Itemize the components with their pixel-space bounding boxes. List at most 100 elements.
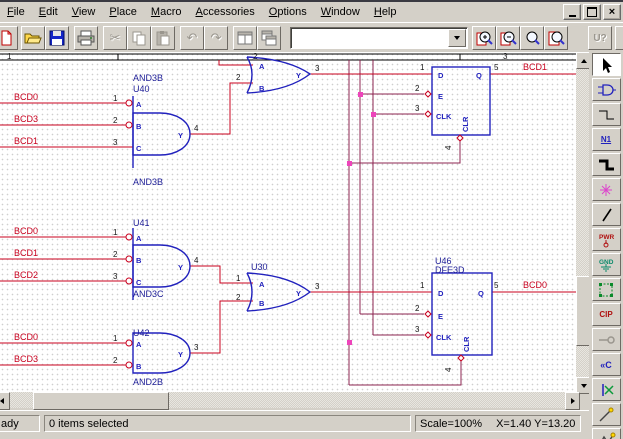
menu-window[interactable]: Window [314, 4, 367, 20]
menu-place[interactable]: Place [102, 4, 144, 20]
part-combobox[interactable] [290, 27, 468, 49]
pin-number[interactable]: 1 [113, 94, 118, 103]
place-polyline-tool[interactable] [591, 428, 621, 439]
pin-name[interactable]: A [259, 280, 265, 289]
pin-number[interactable]: 4 [444, 367, 453, 372]
net-label[interactable]: BCD0 [14, 226, 38, 236]
pin-number[interactable]: 2 [113, 116, 118, 125]
pin-name[interactable]: CLK [436, 333, 452, 342]
pin-number[interactable]: 3 [113, 138, 118, 147]
pin-name[interactable]: A [136, 340, 142, 349]
pin-name[interactable]: Q [478, 289, 484, 298]
pin-name[interactable]: CLR [462, 336, 471, 352]
pin-name[interactable]: E [438, 92, 443, 101]
open-button[interactable] [21, 26, 45, 50]
menu-file[interactable]: File [0, 4, 32, 20]
combobox-dropdown-button[interactable] [448, 29, 466, 47]
redo-button[interactable]: ↷ [204, 26, 228, 50]
place-part-tool[interactable] [591, 78, 621, 101]
pin-name[interactable]: A [259, 62, 265, 71]
pin-name[interactable]: C [136, 144, 142, 153]
pin-number[interactable]: 2 [415, 304, 420, 313]
place-junction-tool[interactable] [591, 178, 621, 201]
pin-name[interactable]: D [438, 71, 444, 80]
pin-number[interactable]: 1 [420, 281, 425, 290]
restore-button[interactable] [583, 4, 601, 20]
pin-number[interactable]: 2 [113, 356, 118, 365]
pin-name[interactable]: B [259, 84, 265, 93]
pin-name[interactable]: E [438, 312, 443, 321]
pin-number[interactable]: 5 [494, 281, 499, 290]
pin-name[interactable]: A [136, 234, 142, 243]
horizontal-scroll-thumb[interactable] [33, 392, 169, 410]
place-bus-tool[interactable] [591, 153, 621, 176]
page-section-1[interactable]: 1 [7, 52, 12, 61]
pin-name[interactable]: B [136, 256, 142, 265]
place-off-page-connector-tool[interactable]: «C [591, 353, 621, 376]
menu-help[interactable]: Help [367, 4, 404, 20]
pin-name[interactable]: B [259, 299, 265, 308]
place-power-tool[interactable]: PWR [591, 228, 621, 251]
net-label[interactable]: BCD2 [14, 270, 38, 280]
u42-ref[interactable]: U42 [133, 328, 150, 338]
tile-window-button[interactable] [233, 26, 257, 50]
pin-number[interactable]: 3 [113, 272, 118, 281]
pin-name[interactable]: Q [476, 71, 482, 80]
cascade-window-button[interactable] [257, 26, 281, 50]
clipped-tool-button[interactable]: ↕ [615, 26, 623, 50]
menu-view[interactable]: View [65, 4, 103, 20]
pin-number[interactable]: 4 [194, 256, 199, 265]
pin-number[interactable]: 4 [194, 124, 199, 133]
pin-number[interactable]: 2 [236, 293, 241, 302]
u40-value[interactable]: AND3B [133, 177, 163, 187]
pin-number[interactable]: 1 [113, 228, 118, 237]
net-label[interactable]: BCD1 [14, 136, 38, 146]
pin-number[interactable]: 1 [420, 63, 425, 72]
net-label[interactable]: BCD0 [523, 280, 547, 290]
place-no-connect-tool[interactable] [591, 378, 621, 401]
paste-button[interactable] [151, 26, 175, 50]
scroll-left-button[interactable] [0, 392, 10, 410]
annotate-button[interactable]: U? [588, 26, 612, 50]
scroll-right-button[interactable] [565, 392, 580, 410]
u41-ref[interactable]: U41 [133, 218, 150, 228]
pin-name[interactable]: CLK [436, 112, 452, 121]
minimize-button[interactable] [563, 4, 581, 20]
place-port-tool[interactable]: CIP [591, 303, 621, 326]
pin-number[interactable]: 2 [113, 250, 118, 259]
zoom-out-button[interactable] [496, 26, 520, 50]
cut-button[interactable]: ✂ [103, 26, 127, 50]
place-bus-entry-tool[interactable] [591, 203, 621, 226]
place-hierarchical-block-tool[interactable] [591, 278, 621, 301]
place-pin-tool[interactable] [591, 328, 621, 351]
net-label[interactable]: BCD1 [523, 62, 547, 72]
menu-edit[interactable]: Edit [32, 4, 65, 20]
pin-number[interactable]: 1 [236, 274, 241, 283]
place-line-tool[interactable] [591, 403, 621, 426]
u30-ref[interactable]: U30 [251, 262, 268, 272]
pin-name[interactable]: Y [178, 350, 183, 359]
place-net-alias-tool[interactable]: N1 [591, 128, 621, 151]
close-button[interactable]: × [603, 4, 621, 20]
zoom-area-button[interactable] [520, 26, 544, 50]
u46-value[interactable]: DFE3D [435, 265, 465, 275]
pin-number[interactable]: 2 [415, 84, 420, 93]
pin-name[interactable]: B [136, 122, 142, 131]
net-label[interactable]: BCD1 [14, 248, 38, 258]
pin-name[interactable]: B [136, 362, 142, 371]
pin-name[interactable]: A [136, 100, 142, 109]
net-label[interactable]: BCD3 [14, 114, 38, 124]
pin-name[interactable]: Y [178, 263, 183, 272]
u41-value[interactable]: AND3C [133, 289, 164, 299]
place-wire-tool[interactable] [591, 103, 621, 126]
new-button[interactable] [0, 26, 18, 50]
menu-macro[interactable]: Macro [144, 4, 189, 20]
u40-value-top[interactable]: AND3B [133, 73, 163, 83]
pin-number[interactable]: 3 [415, 104, 420, 113]
select-tool[interactable] [591, 53, 621, 76]
pin-number[interactable]: 3 [315, 64, 320, 73]
zoom-in-button[interactable] [472, 26, 496, 50]
page-section-3[interactable]: 3 [503, 52, 508, 61]
copy-button[interactable] [127, 26, 151, 50]
pin-name[interactable]: CLR [461, 116, 470, 132]
